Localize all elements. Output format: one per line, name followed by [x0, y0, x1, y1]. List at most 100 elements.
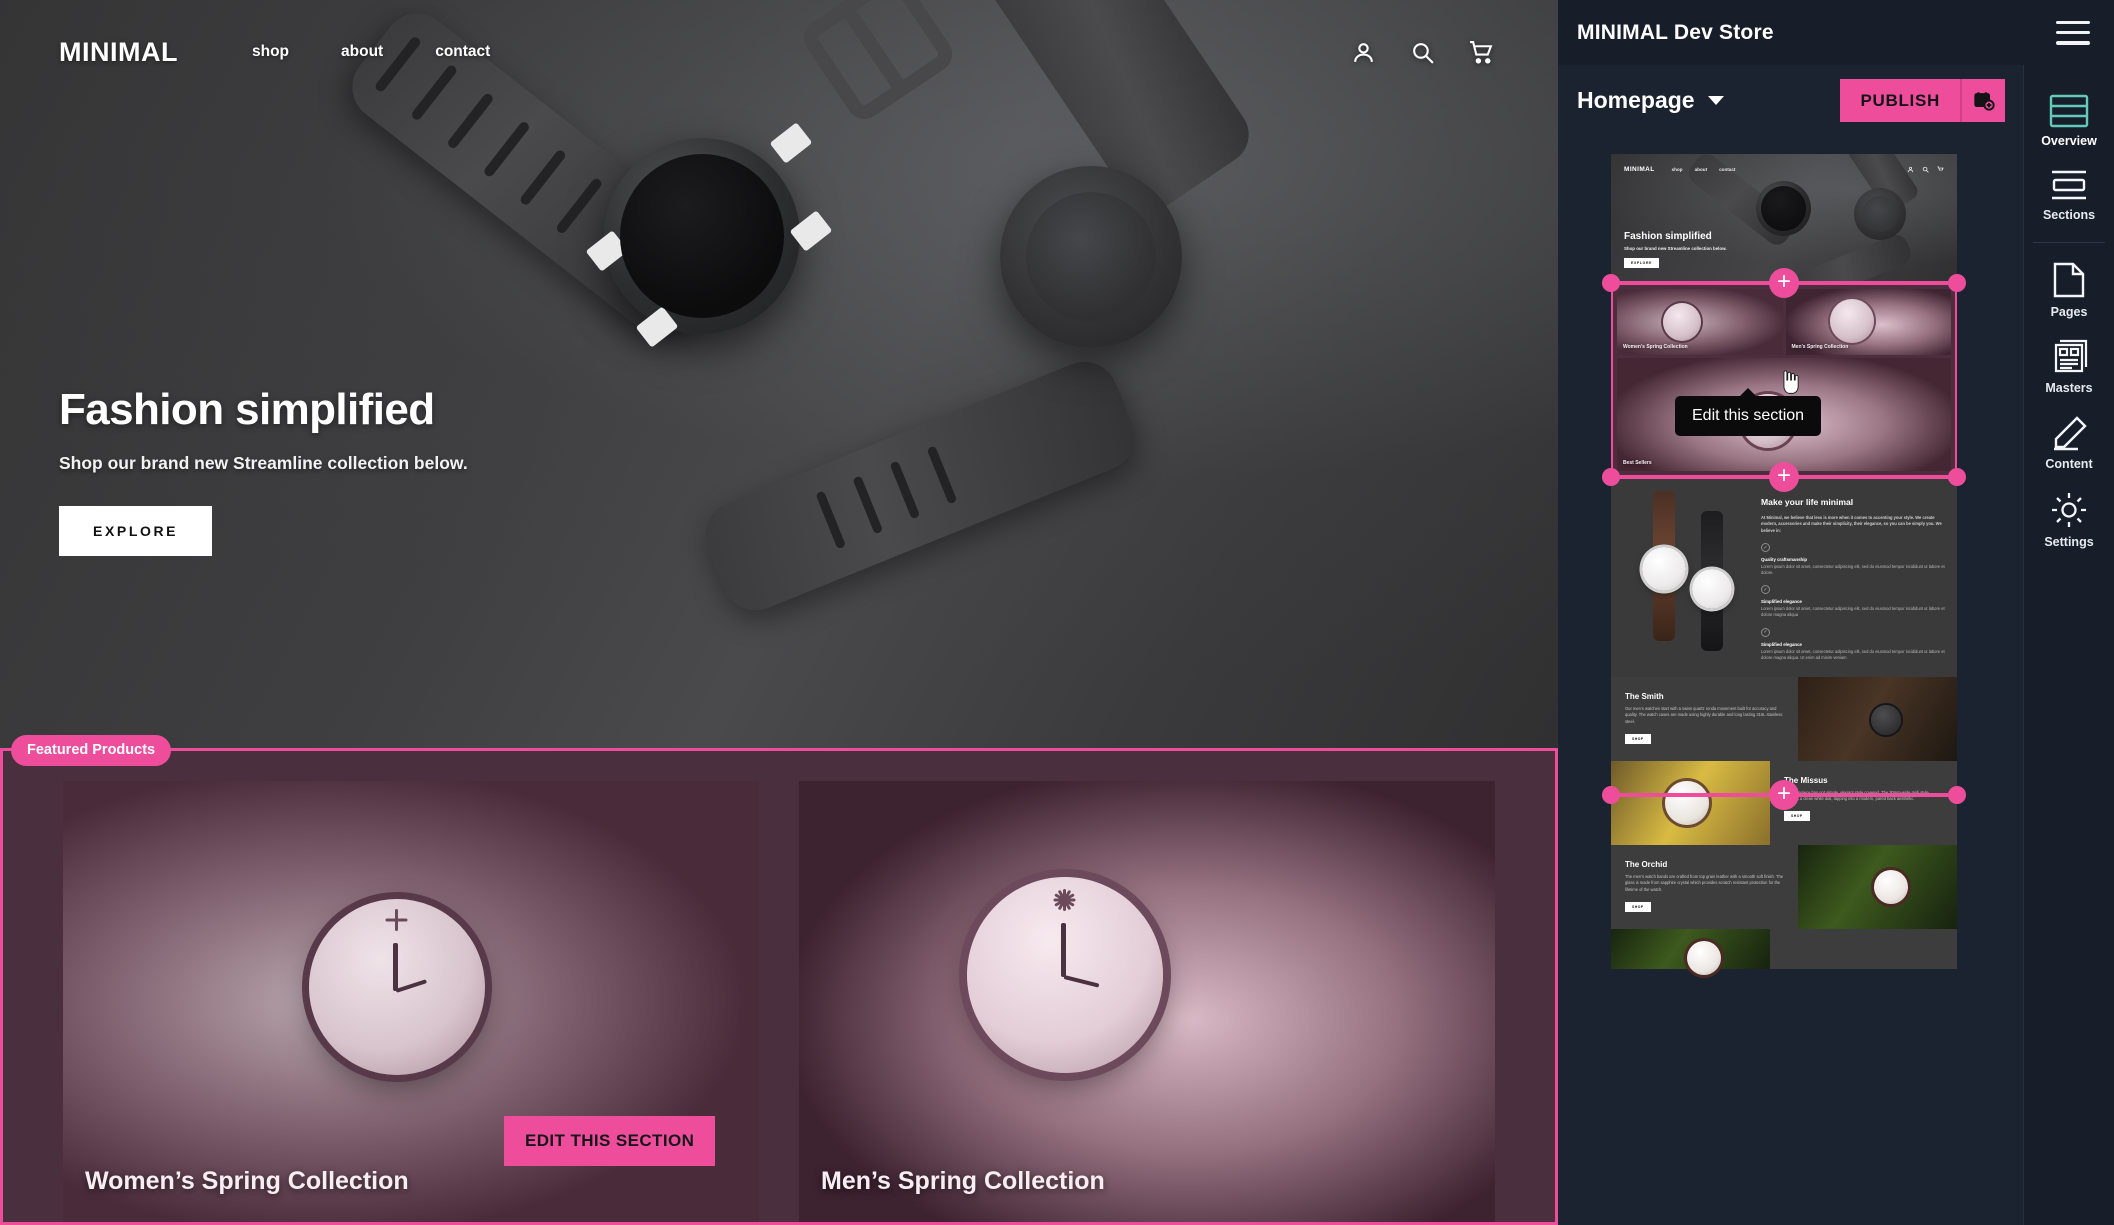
thumb-product-title: The Orchid: [1625, 859, 1668, 869]
thumb-women-label: Women’s Spring Collection: [1623, 344, 1688, 350]
edit-this-section-button[interactable]: EDIT THIS SECTION: [504, 1116, 716, 1166]
thumb-about-images: [1621, 491, 1751, 651]
pointer-cursor-icon: [1779, 369, 1801, 395]
explore-button[interactable]: EXPLORE: [59, 506, 213, 556]
rail-item-masters[interactable]: Masters: [2024, 328, 2114, 404]
thumb-card-women: Women’s Spring Collection: [1617, 289, 1783, 355]
page-thumbnail: MINIMAL shop about contact Fashion simpl…: [1602, 154, 1966, 975]
rail-item-overview[interactable]: Overview: [2024, 83, 2114, 157]
page-selector[interactable]: Homepage: [1577, 87, 1724, 114]
divider-handle-right[interactable]: [1948, 468, 1966, 486]
thumb-card-men: Men’s Spring Collection: [1785, 289, 1951, 355]
check-circle-icon: ✓: [1761, 585, 1770, 595]
featured-card-women-label: Women’s Spring Collection: [85, 1167, 409, 1195]
site-nav-links: shop about contact: [252, 43, 490, 61]
thumb-product-body: Our men’s watches start with a swiss qua…: [1625, 705, 1783, 724]
thumb-feature-title: Simplified elegance: [1761, 641, 1802, 647]
thumb-feature-body: Lorem ipsum dolor sit amet, consectetur …: [1761, 606, 1945, 618]
pencil-icon: [2050, 415, 2088, 451]
account-icon[interactable]: [1351, 40, 1376, 65]
thumb-men-label: Men’s Spring Collection: [1791, 344, 1849, 350]
featured-card-men[interactable]: Men’s Spring Collection: [799, 781, 1495, 1222]
hero-copy: Fashion simplified Shop our brand new St…: [59, 385, 468, 556]
thumb-product-next[interactable]: [1611, 928, 1957, 975]
site-canvas: MINIMAL shop about contact Fashion simpl…: [0, 0, 1558, 1225]
thumb-explore-button: EXPLORE: [1624, 258, 1660, 268]
page-preview-scroller[interactable]: MINIMAL shop about contact Fashion simpl…: [1558, 136, 2023, 1225]
add-section-button[interactable]: +: [1769, 268, 1799, 298]
thumb-shop-button: SHOP: [1625, 733, 1651, 744]
thumb-product-image: [1611, 760, 1770, 845]
thumb-about-heading: Make your life minimal: [1761, 497, 1854, 507]
featured-card-men-label: Men’s Spring Collection: [821, 1167, 1105, 1195]
sections-icon: [2049, 168, 2089, 202]
rail-item-sections[interactable]: Sections: [2024, 157, 2114, 231]
featured-products-section[interactable]: Women’s Spring Collection Men’s Spring C…: [0, 748, 1558, 1225]
thumb-shop-button: SHOP: [1625, 901, 1651, 912]
rail-divider: [2033, 242, 2105, 243]
search-icon[interactable]: [1410, 40, 1435, 65]
rail-label: Content: [2045, 457, 2093, 471]
rail-label: Sections: [2042, 208, 2096, 222]
featured-section-badge: Featured Products: [11, 735, 172, 766]
section-tooltip: Edit this section: [1675, 388, 1822, 436]
hero-background-image: [0, 0, 1558, 748]
panel-titlebar: MINIMAL Dev Store: [1558, 0, 2114, 65]
hero-section[interactable]: MINIMAL shop about contact Fashion simpl…: [0, 0, 1558, 748]
masters-icon: [2050, 339, 2088, 375]
thumb-hero-heading: Fashion simplified: [1624, 231, 1712, 242]
thumb-nav-shop: shop: [1671, 166, 1683, 172]
thumb-product-image: [1798, 844, 1957, 929]
thumb-product-image: [1798, 676, 1957, 761]
thumb-best-label: Best Sellers: [1623, 460, 1652, 466]
rail-label: Settings: [2044, 535, 2094, 549]
search-icon: [1922, 160, 1929, 178]
thumb-hero-section[interactable]: MINIMAL shop about contact Fashion simpl…: [1611, 154, 1957, 283]
watch-dial: [309, 899, 485, 1075]
check-circle-icon: ✓: [1761, 627, 1770, 637]
thumb-hero-subheading: Shop our brand new Streamline collection…: [1624, 246, 1727, 251]
divider-handle-right[interactable]: [1948, 786, 1966, 804]
hero-subheading: Shop our brand new Streamline collection…: [59, 453, 468, 473]
nav-link-contact[interactable]: contact: [435, 43, 490, 61]
thumb-feature-body: Lorem ipsum dolor sit amet, consectetur …: [1761, 564, 1945, 576]
cart-icon[interactable]: [1469, 40, 1494, 65]
gear-icon: [2050, 491, 2088, 529]
site-logo[interactable]: MINIMAL: [59, 37, 178, 68]
builder-rail: Overview Sections Pages Masters Content …: [2023, 65, 2114, 1225]
thumb-product-body: The men’s watch bands are crafted from t…: [1625, 873, 1783, 892]
divider-handle-left[interactable]: [1602, 468, 1620, 486]
add-section-button[interactable]: +: [1769, 462, 1799, 492]
hamburger-icon[interactable]: [2056, 20, 2090, 45]
hero-heading: Fashion simplified: [59, 385, 435, 434]
page-toolbar: Homepage PUBLISH: [1558, 65, 2023, 136]
divider-handle-left[interactable]: [1602, 274, 1620, 292]
thumb-feature-title: Quality craftsmanship: [1761, 557, 1808, 563]
thumb-product-orchid[interactable]: The Orchid The men’s watch bands are cra…: [1611, 844, 1957, 929]
site-nav-icons: [1351, 40, 1494, 65]
rows-overview-icon: [2049, 94, 2089, 128]
thumb-logo: MINIMAL: [1624, 165, 1655, 173]
rail-item-settings[interactable]: Settings: [2024, 480, 2114, 558]
calendar-add-icon[interactable]: [1960, 79, 2005, 122]
divider-handle-right[interactable]: [1948, 274, 1966, 292]
thumb-product-smith[interactable]: The Smith Our men’s watches start with a…: [1611, 676, 1957, 761]
thumb-about-intro: At Minimal, we believe that less is more…: [1761, 515, 1942, 533]
thumb-about-section[interactable]: Make your life minimal At Minimal, we be…: [1611, 477, 1957, 677]
rail-item-content[interactable]: Content: [2024, 404, 2114, 480]
divider-handle-left[interactable]: [1602, 786, 1620, 804]
add-section-button[interactable]: +: [1769, 780, 1799, 810]
thumb-about-feature: ✓ Simplified elegance Lorem ipsum dolor …: [1761, 627, 1947, 661]
builder-app: MINIMAL shop about contact Fashion simpl…: [0, 0, 2114, 1225]
thumb-product-title: The Missus: [1784, 775, 1828, 785]
nav-link-about[interactable]: about: [341, 43, 383, 61]
nav-link-shop[interactable]: shop: [252, 43, 289, 61]
watch-dial: [967, 877, 1163, 1073]
thumb-feature-title: Simplified elegance: [1761, 599, 1802, 605]
rail-label: Overview: [2041, 134, 2097, 148]
publish-button[interactable]: PUBLISH: [1840, 79, 1960, 122]
rail-item-pages[interactable]: Pages: [2024, 250, 2114, 328]
app-title: MINIMAL Dev Store: [1577, 20, 1774, 44]
rail-label: Masters: [2045, 381, 2093, 395]
page-icon: [2050, 261, 2088, 299]
